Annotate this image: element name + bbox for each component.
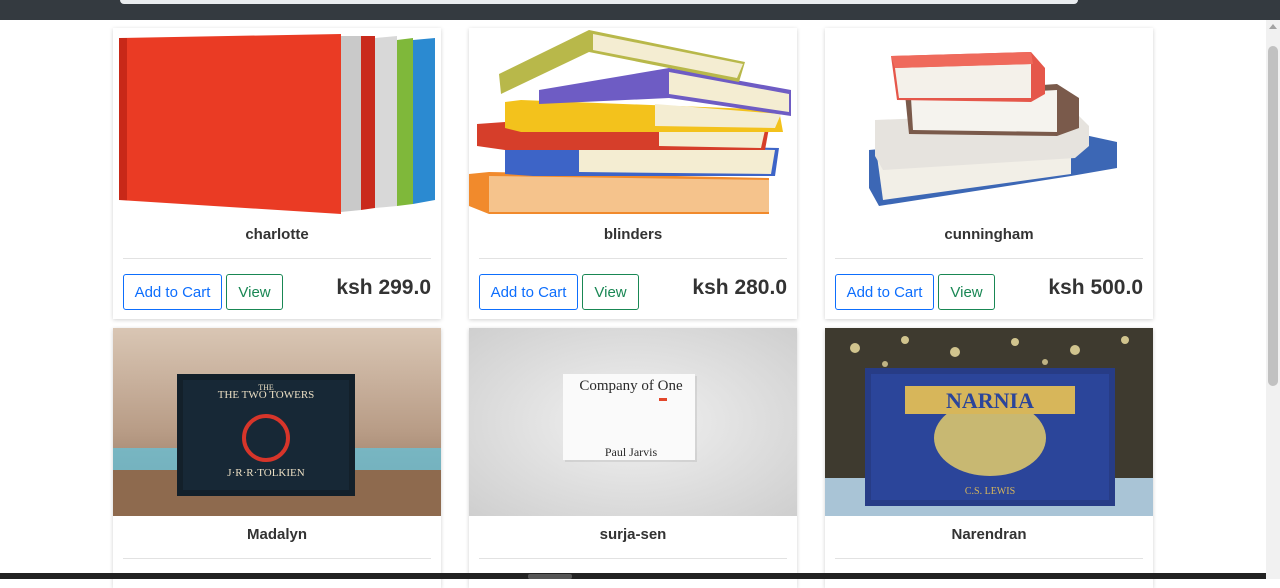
product-title: Madalyn: [246, 526, 307, 543]
product-image[interactable]: Company of One Paul Jarvis: [469, 328, 797, 516]
product-card: cunningham Add to Cart View ksh 500.0: [825, 28, 1153, 319]
product-image[interactable]: [825, 28, 1153, 216]
product-card: blinders Add to Cart View ksh 280.0: [469, 28, 797, 319]
search-bar-edge[interactable]: [120, 0, 1078, 4]
product-card: Company of One Paul Jarvis surja-sen: [469, 328, 797, 588]
cover-author: Paul Jarvis: [605, 445, 658, 459]
product-price: ksh 500.0: [1048, 276, 1143, 299]
vertical-scrollbar[interactable]: [1266, 20, 1280, 579]
product-title: charlotte: [245, 226, 309, 243]
product-price: ksh 299.0: [336, 276, 431, 299]
product-image[interactable]: NARNIA C.S. LEWIS: [825, 328, 1153, 516]
product-title: Narendran: [951, 526, 1027, 543]
divider: [479, 258, 787, 259]
add-to-cart-button[interactable]: Add to Cart: [835, 274, 934, 310]
divider: [123, 558, 431, 559]
product-title: blinders: [603, 226, 663, 243]
scroll-up-icon[interactable]: [1269, 24, 1277, 29]
product-title: surja-sen: [599, 526, 667, 543]
product-image[interactable]: THE THE TWO TOWERS J·R·R·TOLKIEN: [113, 328, 441, 516]
divider: [835, 558, 1143, 559]
product-image[interactable]: [113, 28, 441, 216]
cover-title: NARNIA: [946, 388, 1034, 413]
product-card: NARNIA C.S. LEWIS Narendran: [825, 328, 1153, 588]
view-button[interactable]: View: [938, 274, 995, 310]
divider: [123, 258, 431, 259]
bottom-tab[interactable]: [528, 574, 572, 579]
cover-author: C.S. LEWIS: [965, 486, 1015, 497]
product-card: charlotte Add to Cart View ksh 299.0: [113, 28, 441, 319]
bottom-bar: [0, 573, 1266, 579]
scrollbar-thumb[interactable]: [1268, 46, 1278, 386]
cover-title: Company of One: [579, 378, 683, 394]
cover-title: THE TWO TOWERS: [218, 389, 315, 401]
view-button[interactable]: View: [226, 274, 283, 310]
view-button[interactable]: View: [582, 274, 639, 310]
add-to-cart-button[interactable]: Add to Cart: [123, 274, 222, 310]
product-title: cunningham: [944, 226, 1034, 243]
add-to-cart-button[interactable]: Add to Cart: [479, 274, 578, 310]
top-navbar: [0, 0, 1280, 20]
product-price: ksh 280.0: [692, 276, 787, 299]
divider: [835, 258, 1143, 259]
product-card: THE THE TWO TOWERS J·R·R·TOLKIEN Madalyn: [113, 328, 441, 588]
product-image[interactable]: [469, 28, 797, 216]
cover-author: J·R·R·TOLKIEN: [227, 467, 304, 479]
divider: [479, 558, 787, 559]
